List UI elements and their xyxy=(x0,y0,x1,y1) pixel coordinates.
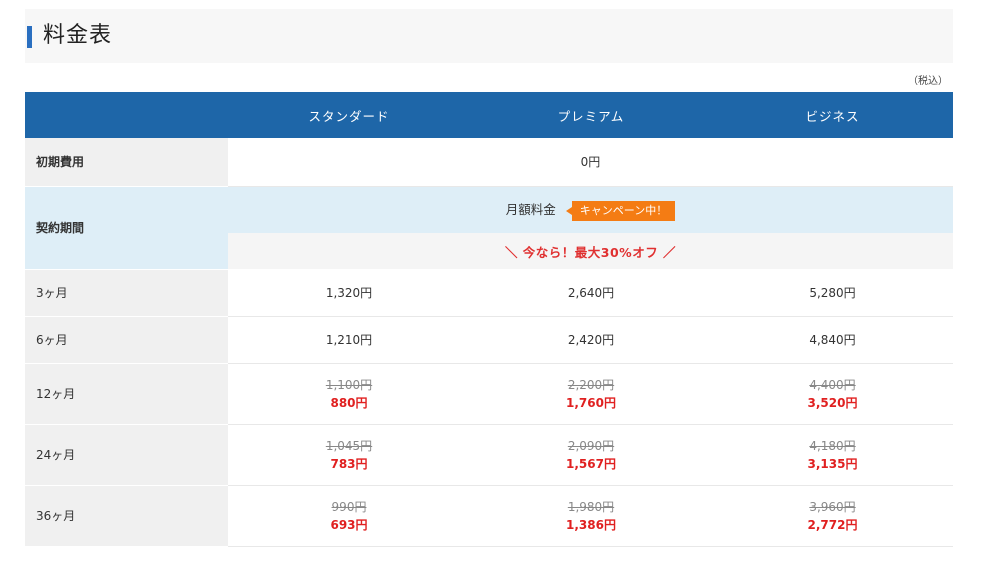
current-price: 5,280円 xyxy=(809,285,856,300)
monthly-fee-label: 月額料金 xyxy=(505,202,556,217)
pricing-table: スタンダード プレミアム ビジネス 初期費用 0円 契約期間 月額料金 キャンペ… xyxy=(25,92,953,547)
price-cell: 1,210円 xyxy=(228,316,470,364)
price-cell: 2,090円 1,567円 xyxy=(470,424,712,486)
page-title: 料金表 xyxy=(43,23,113,48)
section-header: 料金表 xyxy=(25,9,953,63)
price-cell: 990円 693円 xyxy=(228,485,470,547)
table-row: 6ヶ月 1,210円 2,420円 4,840円 xyxy=(25,316,953,364)
price-cell: 1,980円 1,386円 xyxy=(470,485,712,547)
price-cell: 4,840円 xyxy=(712,316,953,364)
initial-fee-value: 0円 xyxy=(228,138,953,187)
price-cell: 4,400円 3,520円 xyxy=(712,363,953,425)
initial-fee-row: 初期費用 0円 xyxy=(25,138,953,187)
row-label: 3ヶ月 xyxy=(25,269,228,317)
header-accent-bar xyxy=(27,26,32,48)
price-cell: 2,640円 xyxy=(470,269,712,317)
discounted-price: 693円 xyxy=(330,517,368,532)
discounted-price: 880円 xyxy=(330,395,368,410)
original-price: 1,100円 xyxy=(325,377,373,392)
header-empty-cell xyxy=(25,92,228,138)
original-price: 1,980円 xyxy=(567,499,615,514)
original-price: 990円 xyxy=(331,499,367,514)
column-header-business: ビジネス xyxy=(805,108,860,124)
original-price: 4,180円 xyxy=(809,438,856,453)
price-cell: 2,200円 1,760円 xyxy=(470,363,712,425)
monthly-fee-cell: 月額料金 キャンペーン中！ xyxy=(228,186,953,233)
discount-banner: ＼ 今なら！最大30%オフ ／ xyxy=(228,233,953,269)
row-label: 24ヶ月 xyxy=(25,424,228,486)
initial-fee-label: 初期費用 xyxy=(25,138,228,187)
tax-note: （税込） xyxy=(908,76,948,87)
original-price: 3,960円 xyxy=(809,499,856,514)
row-label: 12ヶ月 xyxy=(25,363,228,425)
table-row: 12ヶ月 1,100円 880円 2,200円 1,760円 4,400円 3,… xyxy=(25,363,953,425)
price-cell: 4,180円 3,135円 xyxy=(712,424,953,486)
discounted-price: 2,772円 xyxy=(807,517,858,532)
price-cell: 1,045円 783円 xyxy=(228,424,470,486)
campaign-badge: キャンペーン中！ xyxy=(565,200,676,221)
original-price: 2,200円 xyxy=(567,377,615,392)
discounted-price: 783円 xyxy=(330,456,368,471)
original-price: 2,090円 xyxy=(567,438,615,453)
price-cell: 5,280円 xyxy=(712,269,953,317)
discounted-price: 3,135円 xyxy=(807,456,858,471)
table-row: 3ヶ月 1,320円 2,640円 5,280円 xyxy=(25,269,953,317)
current-price: 2,420円 xyxy=(567,333,615,347)
discounted-price: 1,386円 xyxy=(566,517,616,532)
price-cell: 1,100円 880円 xyxy=(228,363,470,425)
price-cell: 1,320円 xyxy=(228,269,470,317)
row-label: 6ヶ月 xyxy=(25,316,228,364)
current-price: 1,210円 xyxy=(325,333,373,347)
contract-period-label: 契約期間 xyxy=(25,186,228,270)
discounted-price: 1,760円 xyxy=(566,395,616,410)
discounted-price: 1,567円 xyxy=(566,456,616,471)
original-price: 4,400円 xyxy=(809,377,856,392)
column-header-premium: プレミアム xyxy=(557,108,625,124)
table-header-row: スタンダード プレミアム ビジネス xyxy=(25,92,953,138)
original-price: 1,045円 xyxy=(325,438,373,453)
discounted-price: 3,520円 xyxy=(807,395,858,410)
current-price: 1,320円 xyxy=(325,285,373,300)
monthly-fee-row: 契約期間 月額料金 キャンペーン中！ xyxy=(25,186,953,270)
table-row: 36ヶ月 990円 693円 1,980円 1,386円 3,960円 2,77… xyxy=(25,485,953,547)
price-cell: 2,420円 xyxy=(470,316,712,364)
table-row: 24ヶ月 1,045円 783円 2,090円 1,567円 4,180円 3,… xyxy=(25,424,953,486)
row-label: 36ヶ月 xyxy=(25,485,228,547)
column-header-standard: スタンダード xyxy=(308,108,390,124)
current-price: 2,640円 xyxy=(567,285,615,300)
price-cell: 3,960円 2,772円 xyxy=(712,485,953,547)
current-price: 4,840円 xyxy=(809,333,856,347)
